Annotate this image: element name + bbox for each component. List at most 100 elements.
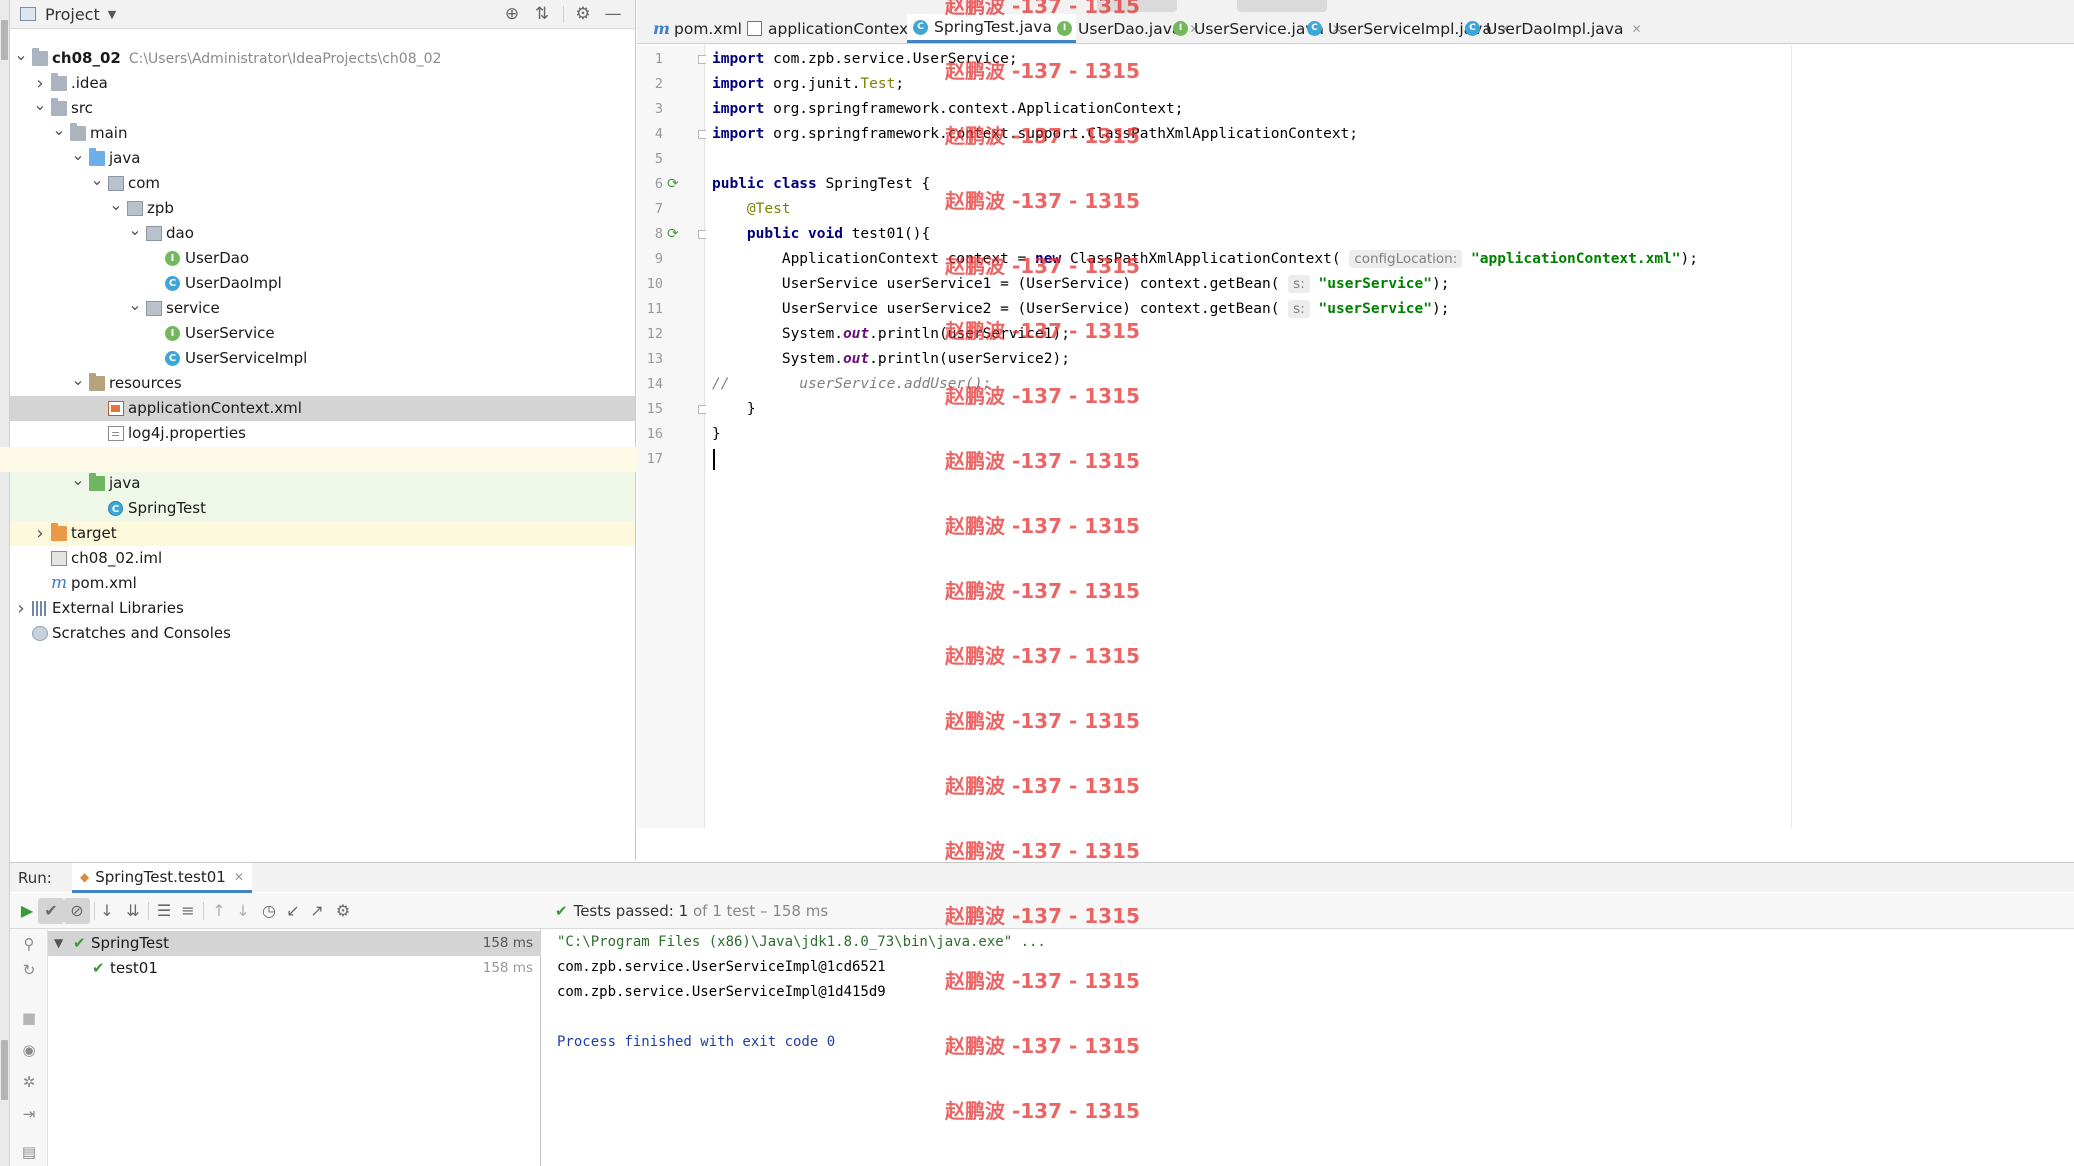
tree-item-java[interactable]: ⌄ java [10, 470, 635, 496]
tree-item-log4j-properties[interactable]: log4j.properties [10, 421, 635, 446]
line-number: 7 [654, 201, 663, 217]
tree-item--idea[interactable]: › .idea [10, 71, 635, 96]
code-token: Test [860, 76, 896, 92]
close-icon[interactable]: ✕ [1631, 22, 1641, 36]
run-config-tab[interactable]: ◆ SpringTest.test01 ✕ [72, 863, 252, 893]
tree-item-springtest[interactable]: C SpringTest [10, 496, 635, 521]
tree-item-name: External Libraries [52, 599, 184, 617]
export-tests-icon[interactable]: ↗ [304, 898, 330, 924]
chevron-right-icon[interactable]: › [33, 521, 47, 546]
rerun-icon[interactable]: ▶ [14, 898, 40, 924]
tree-item-name: UserDao [185, 249, 250, 267]
test-suite-row[interactable]: ▼ ✔ SpringTest 158 ms [48, 931, 541, 956]
tree-item-ch08-02[interactable]: ⌄ ch08_02 C:\Users\Administrator\IdeaProje… [10, 45, 635, 71]
code-editor[interactable]: import com.zpb.service.UserService; impor… [706, 45, 2074, 828]
settings-icon[interactable]: ✲ [19, 1073, 39, 1093]
chevron-down-icon[interactable]: ⌄ [90, 167, 104, 192]
right-margin-guide [1791, 45, 1792, 828]
project-tool-button[interactable] [1, 20, 8, 60]
layout-icon[interactable]: ▤ [19, 1143, 39, 1163]
xml-file-icon [108, 401, 124, 416]
tree-item-pom-xml[interactable]: m pom.xml [10, 571, 635, 596]
tree-item-label: dao [166, 221, 194, 246]
maven-file-icon: m [653, 19, 670, 38]
tree-item-resources[interactable]: ⌄ resources [10, 370, 635, 396]
rerun-failed-icon[interactable]: ↻ [19, 961, 39, 981]
run-test-icon[interactable]: ⟳ [667, 222, 679, 247]
chevron-down-icon[interactable]: ⌄ [128, 292, 142, 317]
camera-icon[interactable]: ◉ [19, 1041, 39, 1061]
chevron-down-icon[interactable]: ▼ [108, 8, 116, 21]
chevron-down-icon[interactable]: ▼ [54, 931, 63, 956]
test-suite-time: 158 ms [482, 935, 533, 951]
tree-item-zpb[interactable]: ⌄ zpb [10, 195, 635, 221]
expand-all-icon[interactable]: ☰ [151, 898, 177, 924]
tree-item-label: External Libraries [52, 596, 184, 621]
chevron-down-icon[interactable]: ⌄ [52, 117, 66, 142]
tab-bar-overflow-shadow [1097, 0, 1177, 12]
test-case-row[interactable]: ✔ test01 158 ms [48, 956, 541, 981]
show-ignored-icon[interactable]: ⊘ [64, 898, 90, 924]
tree-item-name: java [109, 149, 141, 167]
chevron-right-icon[interactable]: › [14, 596, 28, 621]
chevron-down-icon[interactable]: ⌄ [14, 42, 28, 67]
tree-item-userservice[interactable]: I UserService [10, 321, 635, 346]
tree-item-com[interactable]: ⌄ com [10, 170, 635, 196]
class-icon: C [165, 276, 180, 291]
code-token: @Test [746, 201, 791, 217]
gear-icon[interactable]: ⚙ [330, 898, 356, 924]
tree-item-ch08-02-iml[interactable]: ch08_02.iml [10, 546, 635, 571]
test-history-icon[interactable]: ◷ [256, 898, 282, 924]
tree-item-service[interactable]: ⌄ service [10, 295, 635, 321]
toolbar-divider [148, 902, 149, 920]
pin-icon[interactable]: ⚲ [19, 935, 39, 955]
code-token: org.springframework.context.support.Clas… [764, 126, 1359, 142]
tree-item-label: .idea [71, 71, 108, 96]
previous-failed-icon[interactable]: ↑ [206, 898, 232, 924]
tree-item-userdao[interactable]: I UserDao [10, 246, 635, 271]
tree-item-userserviceimpl[interactable]: C UserServiceImpl [10, 346, 635, 371]
line-number: 9 [654, 251, 663, 267]
chevron-down-icon[interactable]: ⌄ [71, 142, 85, 167]
run-test-icon[interactable]: ⟳ [667, 172, 679, 197]
next-failed-icon[interactable]: ↓ [230, 898, 256, 924]
favorites-tool-button[interactable] [1, 1040, 8, 1100]
import-tests-icon[interactable]: ↙ [280, 898, 306, 924]
tab-userdaoimpl-java[interactable]: C UserDaoImpl.java ✕ [1459, 14, 1648, 43]
project-view-selector[interactable]: Project [45, 5, 100, 24]
chevron-down-icon[interactable]: ⌄ [71, 367, 85, 392]
tree-item-dao[interactable]: ⌄ dao [10, 220, 635, 246]
tree-item-target[interactable]: › target [10, 521, 635, 546]
collapse-all-icon[interactable]: ⇅ [532, 4, 552, 24]
sort-by-duration-icon[interactable]: ⇊ [120, 898, 146, 924]
parameter-hint: s: [1288, 300, 1310, 318]
tree-item-userdaoimpl[interactable]: C UserDaoImpl [10, 271, 635, 296]
tree-item-external-libraries[interactable]: › External Libraries [10, 596, 635, 621]
tree-item-main[interactable]: ⌄ main [10, 120, 635, 146]
exit-icon[interactable]: ⇥ [19, 1105, 39, 1125]
chevron-down-icon[interactable]: ⌄ [109, 192, 123, 217]
sort-alphabetically-icon[interactable]: ↓ [94, 898, 120, 924]
close-icon[interactable]: ✕ [234, 870, 244, 884]
tab-label: UserDao.java [1078, 19, 1182, 38]
code-line: import org.springframework.context.suppo… [712, 122, 1358, 147]
tree-item-name: UserDaoImpl [185, 274, 282, 292]
tree-item-scratches-and-consoles[interactable]: Scratches and Consoles [10, 621, 635, 646]
tree-item-src[interactable]: ⌄ src [10, 95, 635, 121]
code-token: SpringTest { [816, 176, 931, 192]
hide-panel-icon[interactable]: — [603, 4, 623, 24]
show-passed-icon[interactable]: ✔ [38, 898, 64, 924]
chevron-down-icon[interactable]: ⌄ [128, 217, 142, 242]
gear-icon[interactable]: ⚙ [573, 4, 593, 24]
tree-item-applicationcontext-xml[interactable]: applicationContext.xml [10, 396, 635, 421]
project-panel: Project ▼ ⊕ ⇅ ⚙ — ⌄ ch08_02 C:\Users\Admin… [10, 0, 636, 860]
run-console[interactable]: "C:\Program Files (x86)\Java\jdk1.8.0_73… [542, 929, 2074, 1166]
locate-icon[interactable]: ⊕ [502, 4, 522, 24]
stop-icon[interactable]: ■ [19, 1009, 39, 1029]
line-number: 14 [646, 376, 663, 392]
chevron-down-icon[interactable]: ⌄ [33, 92, 47, 117]
collapse-all-icon[interactable]: ≡ [175, 898, 201, 924]
tests-status-count: 1 [678, 902, 689, 920]
